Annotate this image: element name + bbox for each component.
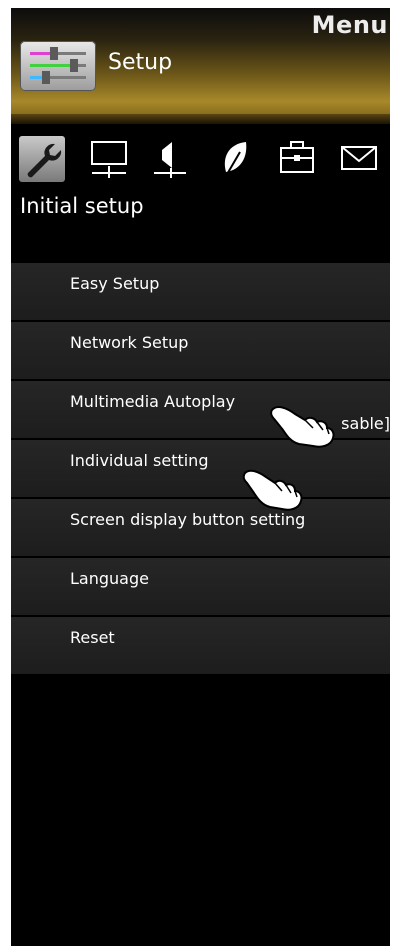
settings-menu-list: Easy Setup Network Setup Multimedia Auto… [11,261,390,674]
toolbox-icon [280,141,314,173]
menu-item-label: Multimedia Autoplay [70,392,236,411]
menu-item-label: Easy Setup [70,274,160,293]
tab-messages[interactable] [339,136,379,182]
menu-item-label: Language [70,569,149,588]
menu-title: Menu [311,11,388,39]
menu-item-label: Individual setting [70,451,209,470]
hand-pointer-icon [269,398,341,454]
setup-title: Setup [108,50,173,75]
setup-sliders-icon [20,41,96,91]
menu-item-reset[interactable]: Reset [11,615,390,674]
menu-item-network-setup[interactable]: Network Setup [11,320,390,379]
section-title: Initial setup [20,194,144,218]
header-divider [11,114,390,124]
menu-item-value: sable] [341,414,390,433]
tab-audio[interactable] [150,136,190,182]
setup-menu-panel: Menu Setup Initial setup Easy Setup Netw… [11,8,390,946]
menu-item-label: Network Setup [70,333,189,352]
wrench-icon [27,143,62,178]
tab-tools[interactable] [277,136,317,182]
leaf-icon [224,142,247,177]
menu-header: Menu Setup [11,8,390,114]
monitor-icon [91,141,127,178]
menu-item-screen-display-button-setting[interactable]: Screen display button setting [11,497,390,556]
speaker-icon [154,142,186,178]
tab-eco[interactable] [216,136,256,182]
menu-item-easy-setup[interactable]: Easy Setup [11,261,390,320]
menu-item-language[interactable]: Language [11,556,390,615]
hand-pointer-icon [242,463,308,517]
tab-initial-setup[interactable] [19,136,65,182]
tab-monitor[interactable] [89,136,129,182]
envelope-icon [341,146,377,170]
category-tab-row [11,136,390,182]
menu-item-label: Reset [70,628,115,647]
